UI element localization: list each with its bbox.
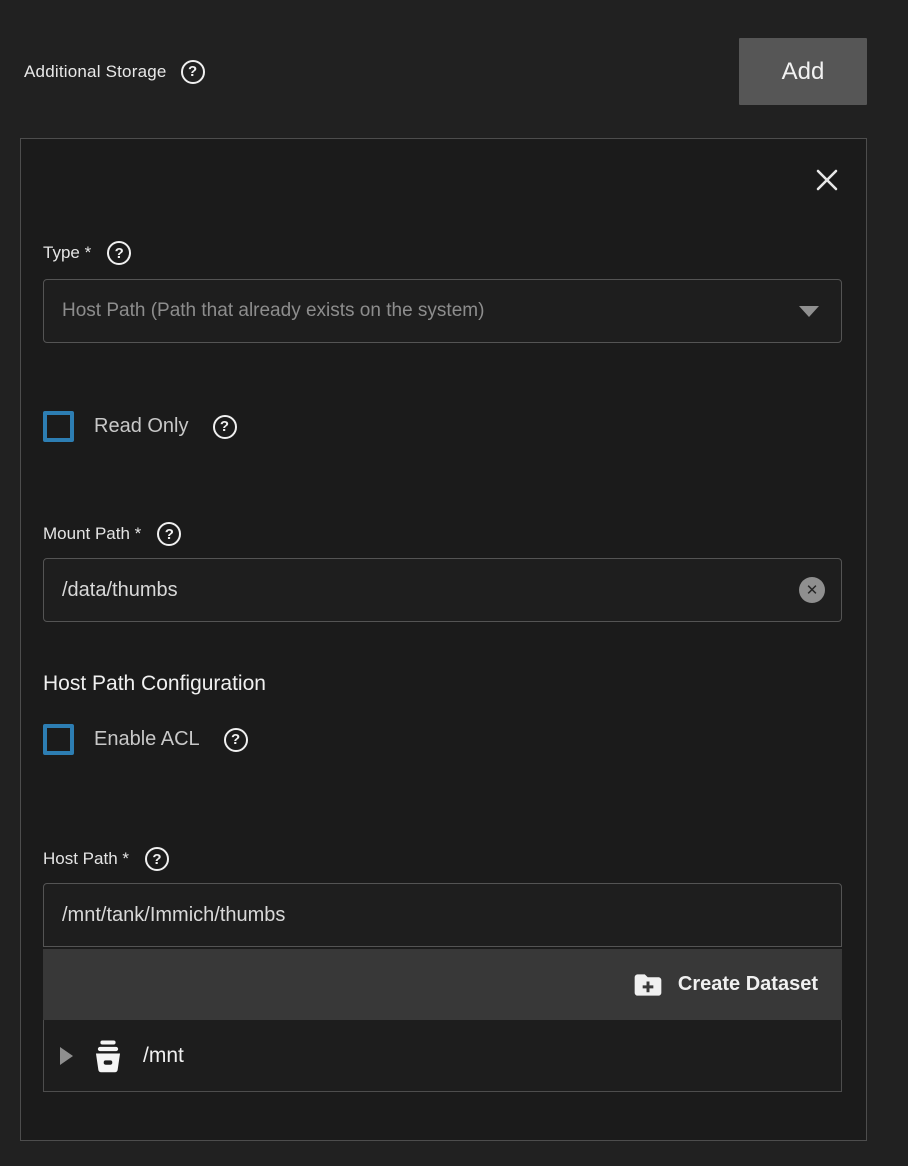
mount-path-label: Mount Path * [43,524,141,544]
additional-storage-header: Additional Storage ? Add [24,38,867,105]
create-dataset-label: Create Dataset [678,973,818,996]
read-only-checkbox[interactable] [43,411,74,442]
chevron-down-icon [799,306,819,317]
type-label: Type * [43,243,91,263]
explorer-toolbar: Create Dataset [43,949,842,1020]
help-icon[interactable]: ? [181,60,205,84]
section-title: Additional Storage [24,62,167,82]
storage-item-panel: Type * ? Host Path (Path that already ex… [20,138,867,1141]
create-dataset-button[interactable]: Create Dataset [632,969,818,1001]
mount-path-help-icon[interactable]: ? [157,522,181,546]
mount-path-field: ✕ [43,558,842,622]
clear-input-icon[interactable]: ✕ [799,577,825,603]
host-path-help-icon[interactable]: ? [145,847,169,871]
add-button[interactable]: Add [739,38,867,105]
enable-acl-checkbox[interactable] [43,724,74,755]
close-icon[interactable] [812,165,842,195]
type-help-icon[interactable]: ? [107,241,131,265]
dataset-icon [89,1037,127,1075]
tree-expand-icon[interactable] [60,1047,73,1065]
host-path-label: Host Path * [43,849,129,869]
enable-acl-label: Enable ACL [94,728,200,751]
mount-path-input[interactable] [62,579,799,602]
host-path-field [43,883,842,947]
read-only-label: Read Only [94,415,189,438]
type-selected-value: Host Path (Path that already exists on t… [62,300,484,322]
read-only-help-icon[interactable]: ? [213,415,237,439]
host-path-input[interactable] [62,904,825,927]
type-select[interactable]: Host Path (Path that already exists on t… [43,279,842,343]
tree-item-mnt[interactable]: /mnt [143,1044,184,1068]
enable-acl-help-icon[interactable]: ? [224,728,248,752]
dataset-tree: /mnt [43,1020,842,1092]
folder-plus-icon [632,969,664,1001]
host-path-configuration-heading: Host Path Configuration [43,672,842,696]
